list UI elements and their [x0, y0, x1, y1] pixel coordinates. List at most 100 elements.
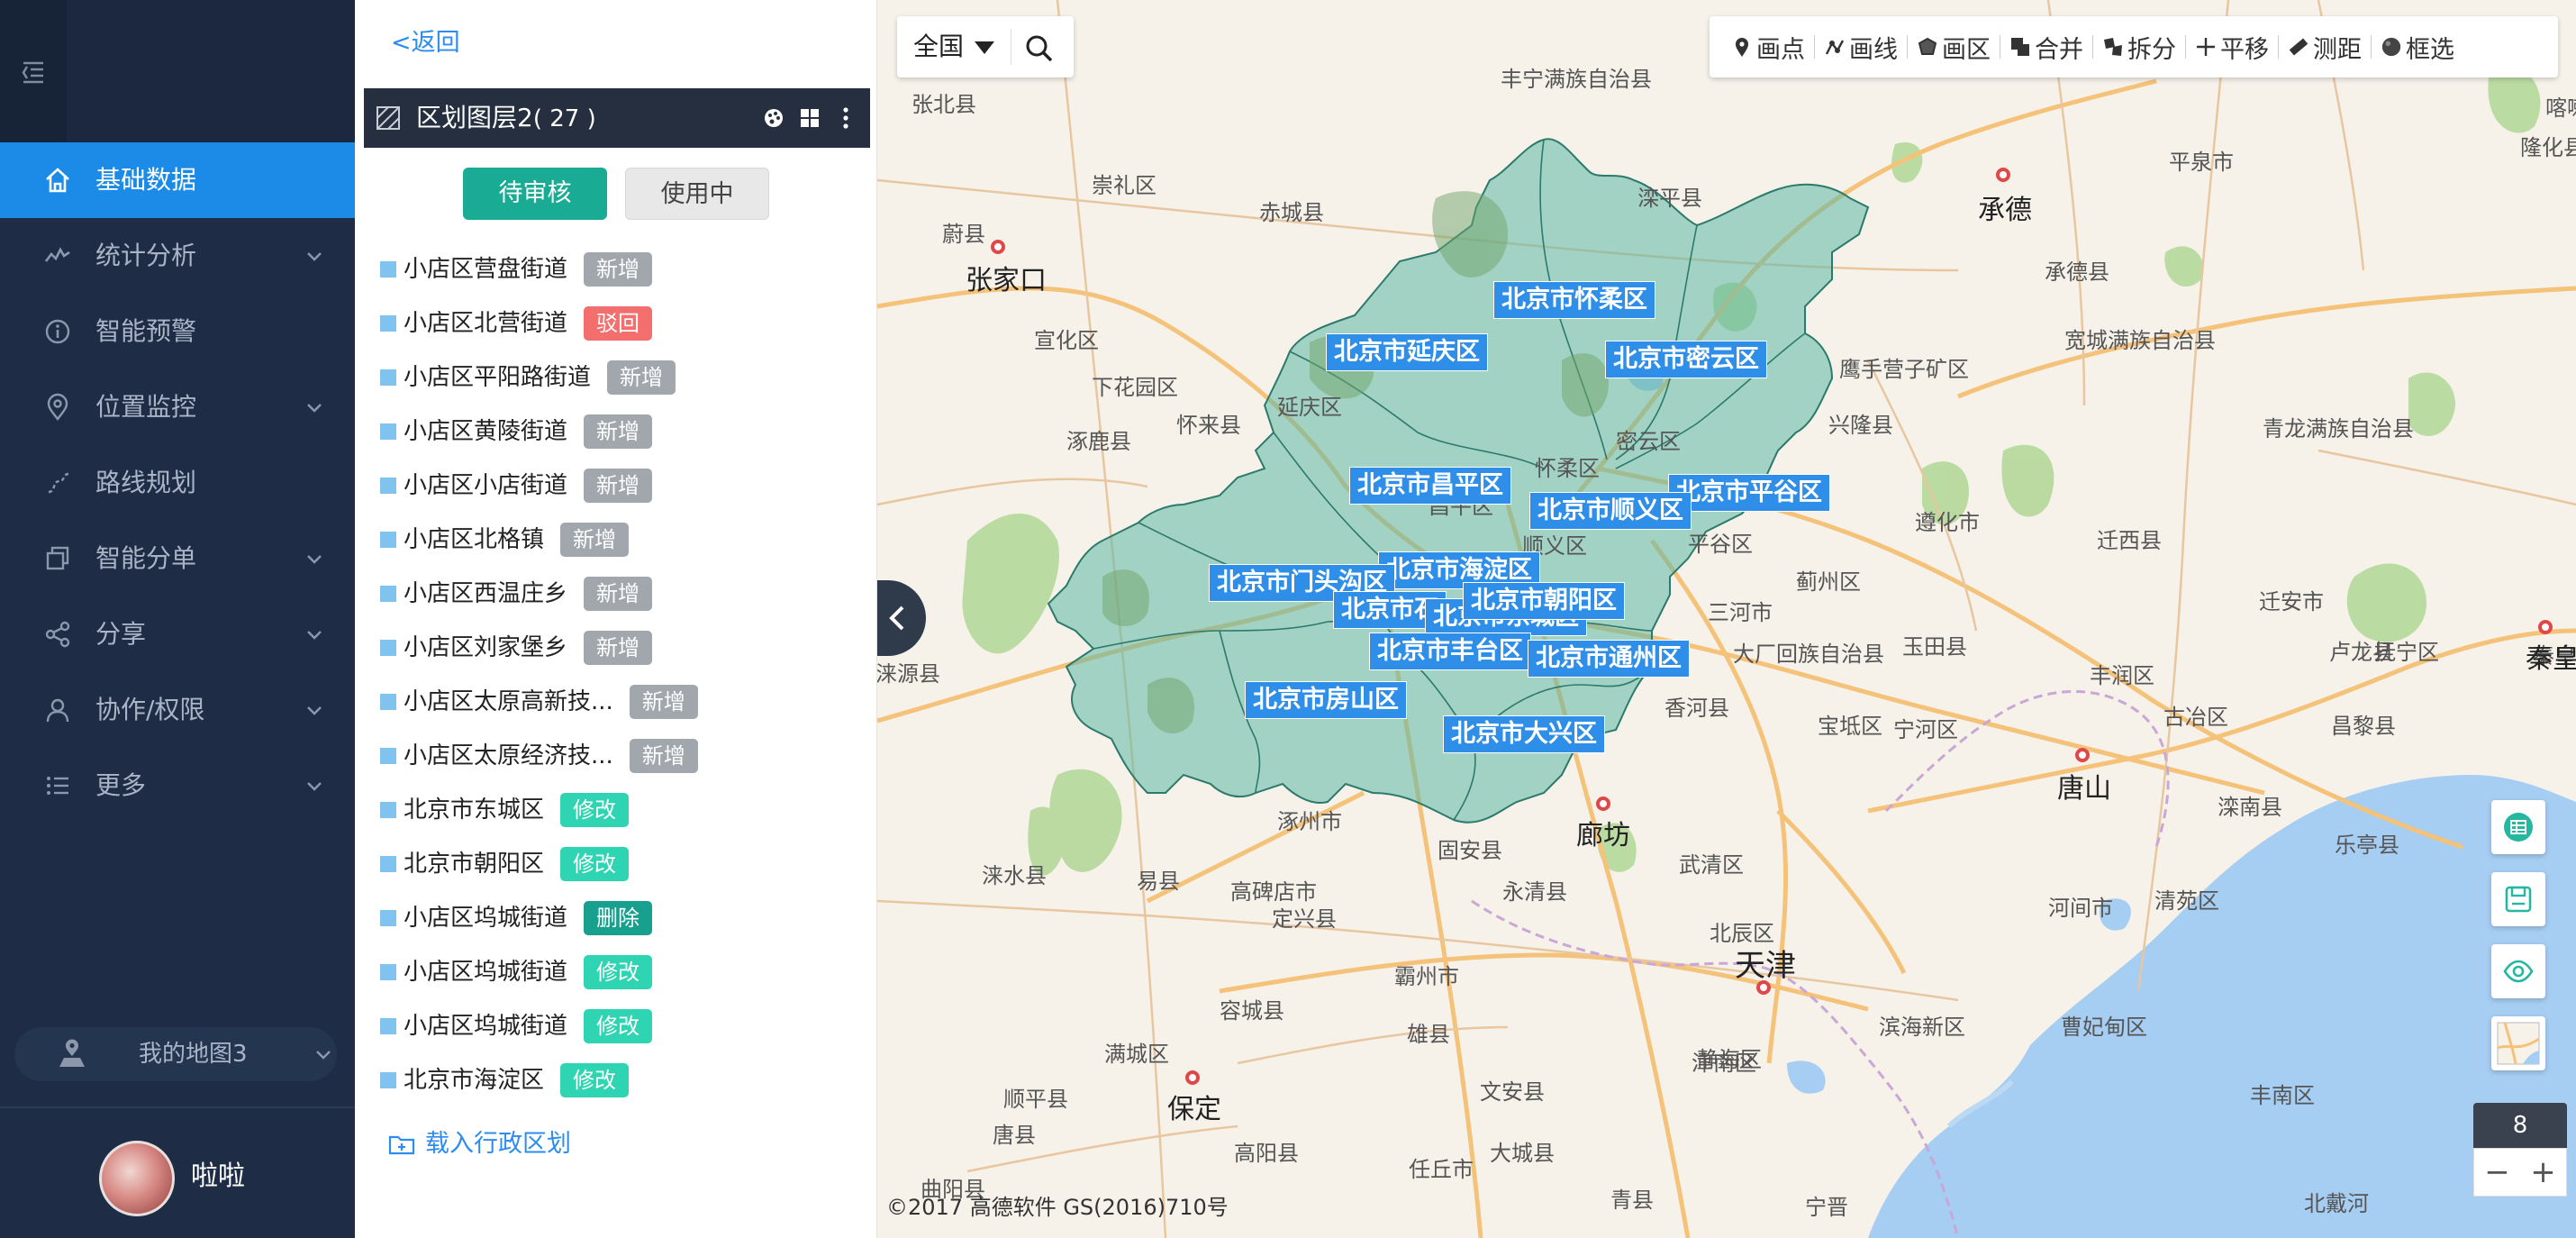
region-selector[interactable]: 全国 [897, 16, 1074, 77]
username: 啦啦 [191, 1161, 245, 1192]
district-label[interactable]: 北京市延庆区 [1326, 333, 1488, 371]
layer-color-swatch [380, 694, 396, 710]
nav-item-location-monitor[interactable]: 位置监控 [0, 369, 355, 445]
list-item[interactable]: 小店区北营街道 驳回 [380, 301, 653, 346]
tab-pending-review[interactable]: 待审核 [463, 168, 607, 220]
place-label: 怀来县 [1176, 413, 1241, 438]
place-label: 青县 [1610, 1188, 1654, 1213]
region-name: 小店区北营街道 [404, 310, 568, 337]
nav-item-route-planning[interactable]: 路线规划 [0, 445, 355, 521]
district-label[interactable]: 北京市昌平区 [1349, 467, 1511, 505]
list-item[interactable]: 小店区北格镇 新增 [380, 517, 630, 562]
nav-item-smart-dispatch[interactable]: 智能分单 [0, 521, 355, 596]
district-label[interactable]: 北京市丰台区 [1369, 633, 1531, 670]
avatar[interactable] [99, 1141, 175, 1216]
status-badge: 新增 [584, 414, 653, 449]
district-label[interactable]: 北京市怀柔区 [1493, 281, 1655, 319]
place-label: 丰南区 [2250, 1083, 2315, 1108]
list-item[interactable]: 小店区坞城街道 修改 [380, 950, 653, 995]
layer-color-swatch [380, 478, 396, 494]
district-label[interactable]: 北京市房山区 [1245, 681, 1407, 719]
place-label: 雄县 [1407, 1022, 1450, 1047]
menu-toggle-button[interactable] [0, 0, 67, 142]
layer-switch-button[interactable] [2491, 1016, 2545, 1070]
status-badge: 新增 [629, 685, 698, 719]
place-label: 涞源县 [877, 661, 940, 687]
place-label: 河间市 [2048, 896, 2113, 921]
map-thumbnail-icon [2497, 1022, 2540, 1065]
region-name: 小店区坞城街道 [404, 905, 568, 932]
list-item[interactable]: 小店区坞城街道 删除 [380, 896, 653, 941]
chevron-down-icon [307, 782, 322, 791]
nav-item-statistics[interactable]: 统计分析 [0, 218, 355, 294]
layer-color-swatch [380, 532, 396, 548]
palette-icon[interactable] [762, 105, 785, 132]
draw-point-button[interactable]: 画点 [1722, 29, 1814, 65]
visibility-button[interactable] [2491, 944, 2545, 998]
region-name: 小店区小店街道 [404, 472, 568, 499]
place-label: 张北县 [912, 92, 976, 117]
box-select-button[interactable]: 框选 [2372, 29, 2463, 65]
nav-item-basic-data[interactable]: 基础数据 [0, 142, 355, 218]
place-label: 玉田县 [1902, 634, 1967, 660]
map-canvas[interactable]: 丰宁满族自治县 张北县 崇礼区 赤城县 滦平县 平泉市 承德县 宣化区 下花园区 涿鹿县 怀来县 延庆… [877, 0, 2576, 1238]
save-icon [2505, 886, 2532, 913]
table-view-button[interactable] [2491, 800, 2545, 854]
list-item[interactable]: 北京市海淀区 修改 [380, 1058, 630, 1103]
my-map-selector[interactable]: 我的地图3 [14, 1027, 337, 1081]
list-item[interactable]: 小店区坞城街道 修改 [380, 1004, 653, 1049]
load-admin-division-button[interactable]: 载入行政区划 [387, 1126, 571, 1162]
grid-icon[interactable] [798, 105, 821, 132]
nav-item-collab-permission[interactable]: 协作/权限 [0, 672, 355, 748]
draw-line-button[interactable]: 画线 [1815, 29, 1907, 65]
place-label: 延庆区 [1277, 395, 1342, 420]
nav-item-more[interactable]: 更多 [0, 748, 355, 824]
list-item[interactable]: 小店区平阳路街道 新增 [380, 355, 676, 400]
more-vertical-icon[interactable] [834, 105, 857, 132]
split-button[interactable]: 拆分 [2093, 29, 2185, 65]
chevron-down-icon [307, 555, 322, 564]
list-icon [41, 769, 74, 802]
nav-item-share[interactable]: 分享 [0, 596, 355, 672]
place-label: 霸州市 [1394, 964, 1459, 989]
list-item[interactable]: 北京市朝阳区 修改 [380, 842, 630, 887]
place-label: 涞水县 [982, 863, 1047, 888]
place-label: 易县 [1137, 869, 1180, 894]
list-item[interactable]: 小店区西温庄乡 新增 [380, 571, 653, 616]
district-label[interactable]: 北京市朝阳区 [1463, 582, 1625, 620]
list-item[interactable]: 小店区黄陵街道 新增 [380, 409, 653, 454]
city-label: 秦皇岛 [2526, 643, 2576, 675]
select-circle-icon [2381, 35, 2402, 59]
list-item[interactable]: 小店区太原高新技... 新增 [380, 679, 698, 724]
place-label: 隆化县 [2520, 135, 2576, 160]
district-label[interactable]: 北京市顺义区 [1529, 492, 1692, 530]
nav-item-smart-alert[interactable]: 智能预警 [0, 294, 355, 369]
zoom-in-button[interactable]: + [2520, 1149, 2566, 1196]
layer-color-swatch [380, 802, 396, 818]
zoom-out-button[interactable]: − [2474, 1149, 2520, 1196]
save-button[interactable] [2491, 872, 2545, 926]
list-item[interactable]: 北京市东城区 修改 [380, 787, 630, 833]
tab-in-use[interactable]: 使用中 [625, 168, 769, 220]
district-label[interactable]: 北京市大兴区 [1443, 715, 1605, 753]
search-icon[interactable] [1023, 32, 1056, 65]
district-label[interactable]: 北京市通州区 [1528, 640, 1690, 678]
status-badge: 新增 [584, 577, 653, 611]
place-label: 鹰手营子矿区 [1839, 357, 1969, 382]
city-label: 廊坊 [1576, 820, 1630, 851]
pan-button[interactable]: 平移 [2186, 29, 2278, 65]
list-item[interactable]: 小店区营盘街道 新增 [380, 247, 653, 292]
polyline-icon [1824, 35, 1846, 59]
list-item[interactable]: 小店区太原经济技... 新增 [380, 733, 698, 778]
layer-color-swatch [380, 586, 396, 602]
draw-area-button[interactable]: 画区 [1908, 29, 2000, 65]
back-link[interactable]: <返回 [391, 25, 460, 61]
list-item[interactable]: 小店区刘家堡乡 新增 [380, 625, 653, 670]
list-item[interactable]: 小店区小店街道 新增 [380, 463, 653, 508]
place-label: 喀喇沁 [2545, 96, 2576, 121]
district-label[interactable]: 北京市密云区 [1605, 341, 1767, 378]
measure-button[interactable]: 测距 [2279, 29, 2371, 65]
user-icon [41, 694, 74, 726]
district-label[interactable]: 北京市平谷区 [1668, 474, 1830, 512]
merge-button[interactable]: 合并 [2000, 29, 2092, 65]
